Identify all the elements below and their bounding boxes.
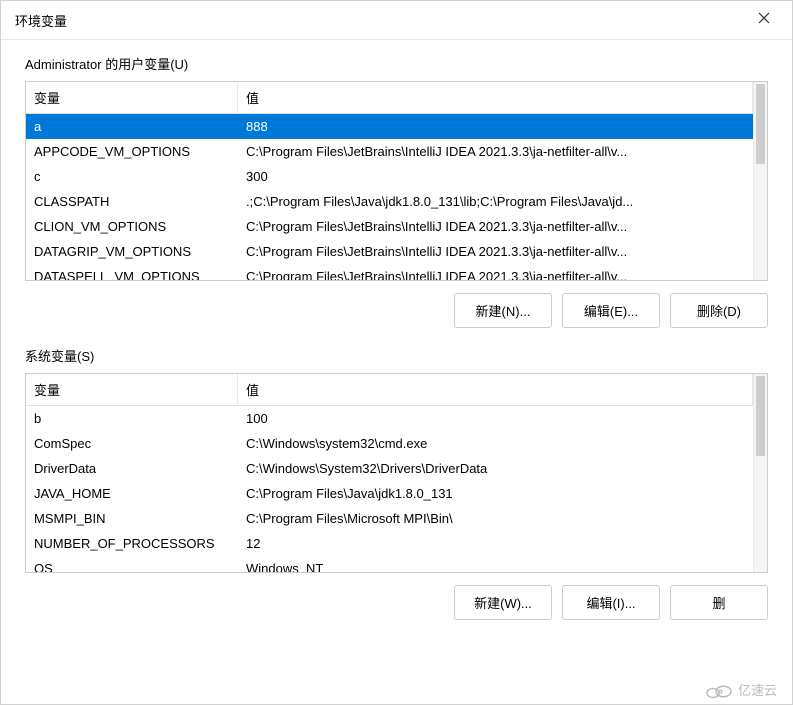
table-row[interactable]: DATASPELL_VM_OPTIONSC:\Program Files\Jet…: [26, 264, 753, 280]
cell-variable: DATAGRIP_VM_OPTIONS: [26, 239, 238, 264]
cell-variable: OS: [26, 556, 238, 572]
close-icon[interactable]: [750, 9, 778, 31]
system-vars-section: 系统变量(S) 变量 值 b100ComSpecC:\Windows\syste…: [25, 346, 768, 620]
delete-system-var-button[interactable]: 删: [670, 585, 768, 620]
table-row[interactable]: CLION_VM_OPTIONSC:\Program Files\JetBrai…: [26, 214, 753, 239]
cell-value: C:\Program Files\JetBrains\IntelliJ IDEA…: [238, 214, 753, 239]
user-vars-table: 变量 值 a888APPCODE_VM_OPTIONSC:\Program Fi…: [25, 81, 768, 281]
table-row[interactable]: MSMPI_BINC:\Program Files\Microsoft MPI\…: [26, 506, 753, 531]
table-row[interactable]: ComSpecC:\Windows\system32\cmd.exe: [26, 431, 753, 456]
dialog-content: Administrator 的用户变量(U) 变量 值 a888APPCODE_…: [1, 40, 792, 704]
cell-value: 300: [238, 164, 753, 189]
cell-variable: ComSpec: [26, 431, 238, 456]
cell-value: .;C:\Program Files\Java\jdk1.8.0_131\lib…: [238, 189, 753, 214]
cell-variable: DriverData: [26, 456, 238, 481]
cell-value: C:\Program Files\JetBrains\IntelliJ IDEA…: [238, 239, 753, 264]
table-row[interactable]: OSWindows_NT: [26, 556, 753, 572]
table-row[interactable]: a888: [26, 114, 753, 139]
system-vars-header: 变量 值: [26, 374, 753, 406]
env-variables-dialog: 环境变量 Administrator 的用户变量(U) 变量 值 a888APP…: [0, 0, 793, 705]
cell-value: 12: [238, 531, 753, 556]
delete-user-var-button[interactable]: 删除(D): [670, 293, 768, 328]
header-variable[interactable]: 变量: [26, 374, 238, 405]
cell-variable: DATASPELL_VM_OPTIONS: [26, 264, 238, 280]
user-vars-label: Administrator 的用户变量(U): [25, 54, 768, 73]
scroll-thumb[interactable]: [756, 84, 765, 164]
cell-value: C:\Program Files\Java\jdk1.8.0_131: [238, 481, 753, 506]
cell-value: C:\Windows\system32\cmd.exe: [238, 431, 753, 456]
header-variable[interactable]: 变量: [26, 82, 238, 113]
system-vars-scrollbar[interactable]: [753, 374, 767, 572]
header-value[interactable]: 值: [238, 374, 753, 405]
user-vars-section: Administrator 的用户变量(U) 变量 值 a888APPCODE_…: [25, 54, 768, 328]
cell-value: C:\Program Files\JetBrains\IntelliJ IDEA…: [238, 264, 753, 280]
table-row[interactable]: b100: [26, 406, 753, 431]
user-vars-buttons: 新建(N)... 编辑(E)... 删除(D): [25, 293, 768, 328]
watermark-text: 亿速云: [738, 680, 777, 699]
system-vars-body: b100ComSpecC:\Windows\system32\cmd.exeDr…: [26, 406, 753, 572]
system-vars-label: 系统变量(S): [25, 346, 768, 365]
window-title: 环境变量: [15, 11, 67, 30]
user-vars-body: a888APPCODE_VM_OPTIONSC:\Program Files\J…: [26, 114, 753, 280]
cell-value: C:\Windows\System32\Drivers\DriverData: [238, 456, 753, 481]
cell-variable: CLION_VM_OPTIONS: [26, 214, 238, 239]
new-system-var-button[interactable]: 新建(W)...: [454, 585, 552, 620]
header-value[interactable]: 值: [238, 82, 753, 113]
cell-variable: NUMBER_OF_PROCESSORS: [26, 531, 238, 556]
scroll-thumb[interactable]: [756, 376, 765, 456]
cell-value: 888: [238, 114, 753, 139]
system-vars-table: 变量 值 b100ComSpecC:\Windows\system32\cmd.…: [25, 373, 768, 573]
watermark: 亿速云: [704, 680, 777, 699]
cell-variable: MSMPI_BIN: [26, 506, 238, 531]
table-row[interactable]: CLASSPATH.;C:\Program Files\Java\jdk1.8.…: [26, 189, 753, 214]
cell-variable: JAVA_HOME: [26, 481, 238, 506]
cell-value: 100: [238, 406, 753, 431]
cell-value: C:\Program Files\Microsoft MPI\Bin\: [238, 506, 753, 531]
table-row[interactable]: APPCODE_VM_OPTIONSC:\Program Files\JetBr…: [26, 139, 753, 164]
cell-value: Windows_NT: [238, 556, 753, 572]
table-row[interactable]: DriverDataC:\Windows\System32\Drivers\Dr…: [26, 456, 753, 481]
edit-user-var-button[interactable]: 编辑(E)...: [562, 293, 660, 328]
new-user-var-button[interactable]: 新建(N)...: [454, 293, 552, 328]
cell-variable: c: [26, 164, 238, 189]
cloud-icon: [704, 681, 734, 699]
table-row[interactable]: DATAGRIP_VM_OPTIONSC:\Program Files\JetB…: [26, 239, 753, 264]
system-vars-buttons: 新建(W)... 编辑(I)... 删: [25, 585, 768, 620]
table-row[interactable]: c300: [26, 164, 753, 189]
cell-variable: APPCODE_VM_OPTIONS: [26, 139, 238, 164]
cell-value: C:\Program Files\JetBrains\IntelliJ IDEA…: [238, 139, 753, 164]
cell-variable: CLASSPATH: [26, 189, 238, 214]
cell-variable: b: [26, 406, 238, 431]
user-vars-header: 变量 值: [26, 82, 753, 114]
edit-system-var-button[interactable]: 编辑(I)...: [562, 585, 660, 620]
user-vars-scrollbar[interactable]: [753, 82, 767, 280]
table-row[interactable]: JAVA_HOMEC:\Program Files\Java\jdk1.8.0_…: [26, 481, 753, 506]
table-row[interactable]: NUMBER_OF_PROCESSORS12: [26, 531, 753, 556]
cell-variable: a: [26, 114, 238, 139]
title-bar: 环境变量: [1, 1, 792, 40]
